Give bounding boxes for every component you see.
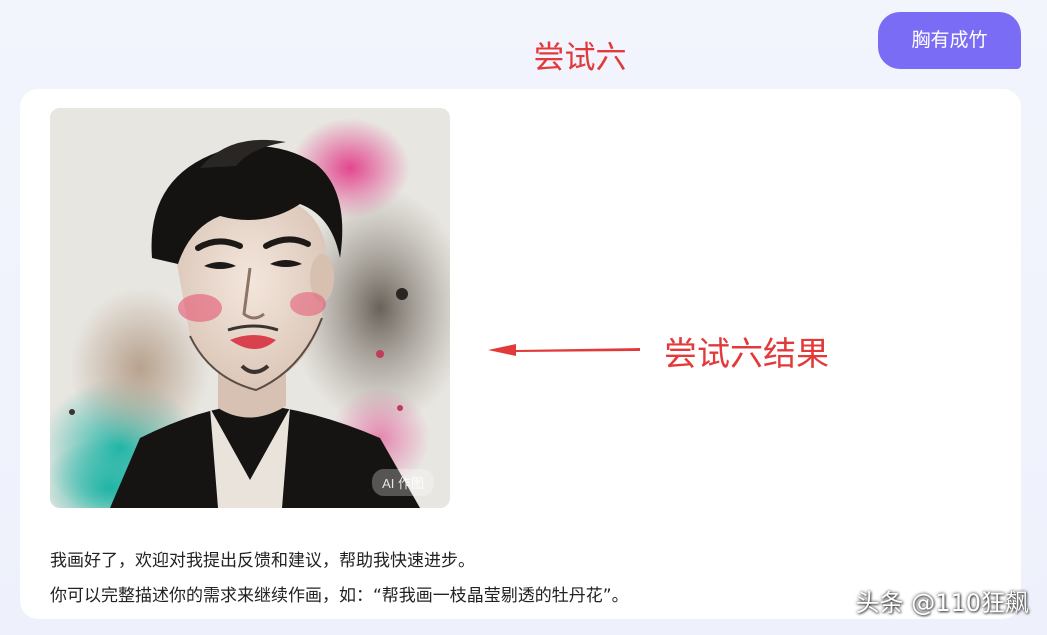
annotation-arrow <box>486 338 642 362</box>
portrait-illustration <box>50 108 450 508</box>
ai-image-badge: AI 作图 <box>372 469 434 496</box>
result-annotation-label: 尝试六结果 <box>664 334 829 373</box>
platform-watermark: 头条 @110狂飙 <box>855 589 1029 617</box>
user-message-text: 胸有成竹 <box>911 29 988 51</box>
ai-reply-text-line-2: 你可以完整描述你的需求来继续作画，如：“帮我画一枝晶莹剔透的牡丹花”。 <box>50 586 629 606</box>
user-message-bubble: 胸有成竹 <box>878 12 1021 69</box>
annotation-title: 尝试六 <box>533 40 627 76</box>
ai-generated-image[interactable]: AI 作图 <box>50 108 450 508</box>
ai-reply-text-line-1: 我画好了，欢迎对我提出反馈和建议，帮助我快速进步。 <box>50 551 475 571</box>
